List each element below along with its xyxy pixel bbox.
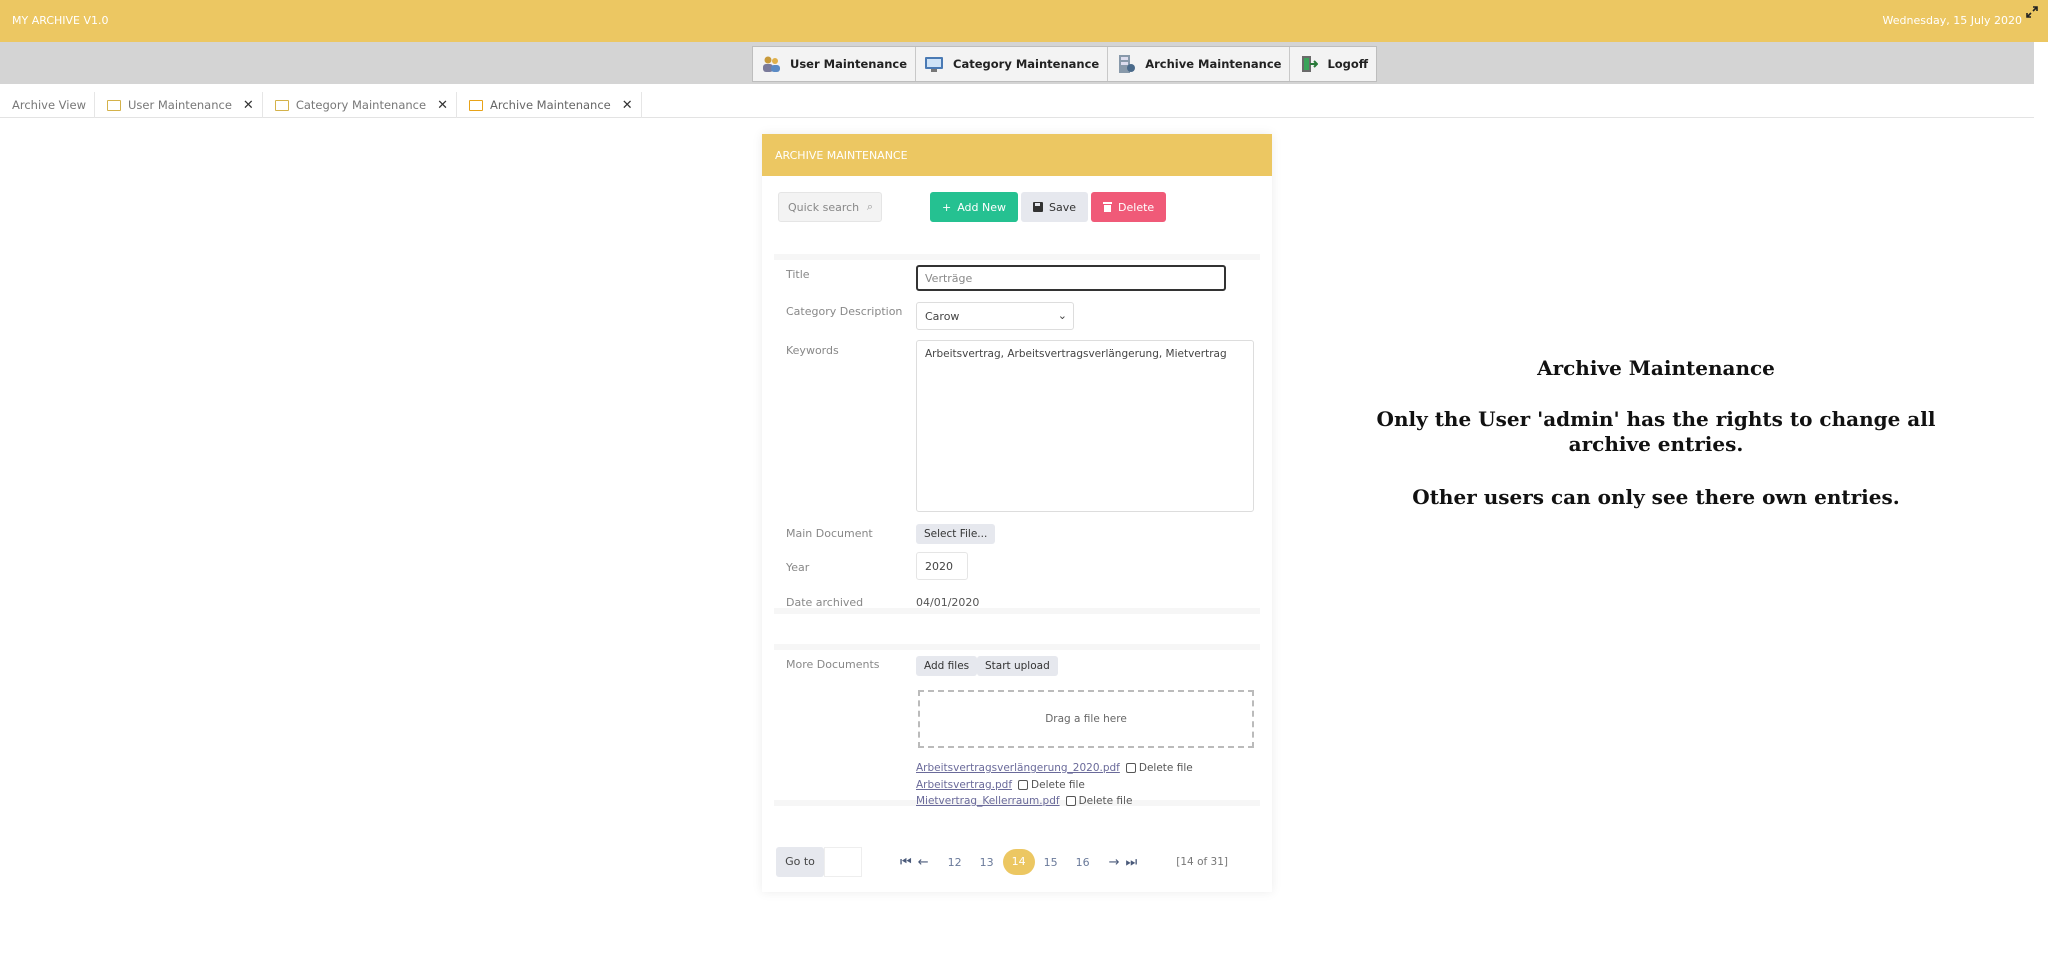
- delete-file-label: Delete file: [1031, 779, 1085, 791]
- next-page-icon[interactable]: →: [1109, 855, 1120, 870]
- delete-file-checkbox[interactable]: [1125, 763, 1136, 773]
- tab-bar: Archive View User Maintenance ✕ Category…: [0, 92, 2034, 118]
- info-line-users: Other users can only see there own entri…: [1412, 485, 1900, 509]
- main-menu: User Maintenance Category Maintenance Ar…: [752, 46, 1378, 82]
- scrollbar[interactable]: [2034, 84, 2048, 974]
- menu-archive-maintenance[interactable]: Archive Maintenance: [1108, 47, 1291, 81]
- file-link[interactable]: Arbeitsvertrag.pdf: [916, 779, 1012, 791]
- info-heading: Archive Maintenance: [1537, 356, 1775, 380]
- top-header-bar: MY ARCHIVE V1.0 Wednesday, 15 July 2020: [0, 0, 2048, 42]
- title-input[interactable]: Verträge: [916, 265, 1226, 291]
- file-link[interactable]: Mietvertrag_Kellerraum.pdf: [916, 795, 1060, 807]
- go-to-input[interactable]: [824, 847, 862, 877]
- tab-label: Archive Maintenance: [489, 98, 611, 112]
- more-documents-section: More Documents Add files Start upload Dr…: [774, 644, 1260, 807]
- pagination: Go to ⏮ ← 12 13 14 15 16 → ⏭ [14 of 31]: [776, 846, 1260, 878]
- file-row: Arbeitsvertrag.pdf Delete file: [916, 779, 1085, 791]
- file-link[interactable]: Arbeitsvertragsverlängerung_2020.pdf: [916, 762, 1120, 774]
- tab-archive-view[interactable]: Archive View: [0, 92, 95, 118]
- quick-search-input[interactable]: Quick search ⌕: [778, 192, 882, 222]
- folder-icon: [468, 99, 483, 111]
- folder-icon: [274, 99, 289, 111]
- users-icon: [763, 56, 780, 72]
- close-icon[interactable]: ✕: [437, 98, 448, 113]
- page-count: [14 of 31]: [1176, 856, 1228, 868]
- year-input[interactable]: 2020: [916, 552, 968, 580]
- current-page-number[interactable]: 14: [1002, 849, 1035, 875]
- tab-category-maintenance[interactable]: Category Maintenance ✕: [263, 92, 457, 118]
- date-archived-value: 04/01/2020: [916, 596, 980, 609]
- toolbar: Quick search ⌕ + Add New Save Delete: [778, 192, 1167, 222]
- save-button[interactable]: Save: [1021, 192, 1089, 222]
- save-label: Save: [1049, 200, 1077, 214]
- select-file-button[interactable]: Select File...: [916, 524, 996, 544]
- tab-label: Category Maintenance: [295, 98, 427, 112]
- menu-label: Logoff: [1327, 57, 1369, 71]
- logoff-icon: [1302, 56, 1319, 72]
- search-placeholder: Quick search: [788, 201, 860, 214]
- folder-icon: [106, 99, 121, 111]
- info-line-admin: Only the User 'admin' has the rights to …: [1376, 407, 1936, 456]
- title-label: Title: [786, 268, 810, 281]
- category-label: Category Description: [786, 305, 903, 318]
- delete-file-checkbox[interactable]: [1018, 780, 1029, 790]
- tab-label: Archive View: [12, 98, 86, 112]
- archive-icon: [1119, 55, 1136, 73]
- menu-label: User Maintenance: [790, 57, 908, 71]
- chevron-down-icon: ⌄: [1057, 309, 1067, 322]
- previous-page-icon[interactable]: ←: [918, 855, 929, 870]
- archive-maintenance-panel: ARCHIVE MAINTENANCE Quick search ⌕ + Add…: [762, 134, 1272, 892]
- current-date: Wednesday, 15 July 2020: [1882, 14, 2022, 27]
- close-icon[interactable]: ✕: [243, 98, 254, 113]
- trash-icon: [1103, 202, 1113, 212]
- category-value: Carow: [925, 310, 960, 323]
- add-new-button[interactable]: + Add New: [930, 192, 1019, 222]
- search-icon: ⌕: [866, 200, 873, 213]
- expand-icon[interactable]: [2026, 6, 2038, 18]
- start-upload-button[interactable]: Start upload: [977, 656, 1058, 676]
- delete-file-checkbox[interactable]: [1065, 796, 1076, 806]
- panel-title: ARCHIVE MAINTENANCE: [762, 134, 1272, 176]
- year-label: Year: [786, 561, 810, 574]
- go-to-button[interactable]: Go to: [776, 847, 824, 877]
- tab-archive-maintenance[interactable]: Archive Maintenance ✕: [457, 92, 642, 118]
- add-new-label: Add New: [957, 200, 1007, 214]
- file-row: Mietvertrag_Kellerraum.pdf Delete file: [916, 795, 1132, 807]
- info-text: Archive Maintenance Only the User 'admin…: [1360, 356, 1952, 538]
- delete-file-label: Delete file: [1138, 762, 1193, 774]
- menu-user-maintenance[interactable]: User Maintenance: [753, 47, 917, 81]
- floppy-icon: [1033, 202, 1044, 212]
- menu-label: Category Maintenance: [953, 57, 1100, 71]
- file-row: Arbeitsvertragsverlängerung_2020.pdf Del…: [916, 762, 1193, 774]
- more-documents-label: More Documents: [786, 658, 880, 671]
- page-number[interactable]: 12: [939, 856, 971, 869]
- keywords-textarea[interactable]: Arbeitsvertrag, Arbeitsvertragsverlänger…: [916, 340, 1254, 512]
- tab-label: User Maintenance: [127, 98, 232, 112]
- delete-file-label: Delete file: [1078, 795, 1133, 807]
- menu-label: Archive Maintenance: [1145, 57, 1282, 71]
- last-page-icon[interactable]: ⏭: [1126, 855, 1138, 870]
- menu-category-maintenance[interactable]: Category Maintenance: [916, 47, 1109, 81]
- app-title: MY ARCHIVE V1.0: [12, 14, 109, 27]
- delete-button[interactable]: Delete: [1091, 192, 1167, 222]
- page-number[interactable]: 15: [1035, 856, 1067, 869]
- page-number[interactable]: 13: [971, 856, 1003, 869]
- page-number[interactable]: 16: [1067, 856, 1099, 869]
- tab-user-maintenance[interactable]: User Maintenance ✕: [95, 92, 263, 118]
- menu-logoff[interactable]: Logoff: [1290, 47, 1376, 81]
- add-files-button[interactable]: Add files: [916, 656, 978, 676]
- category-select[interactable]: Carow ⌄: [916, 302, 1074, 330]
- keywords-label: Keywords: [786, 344, 839, 357]
- close-icon[interactable]: ✕: [622, 98, 633, 113]
- file-dropzone[interactable]: Drag a file here: [918, 690, 1254, 748]
- monitor-icon: [925, 57, 944, 72]
- archive-form: Title Verträge Category Description Caro…: [774, 254, 1260, 614]
- date-archived-label: Date archived: [786, 596, 864, 609]
- delete-label: Delete: [1118, 200, 1155, 214]
- first-page-icon[interactable]: ⏮: [900, 855, 912, 870]
- plus-icon: +: [942, 200, 952, 214]
- main-document-label: Main Document: [786, 527, 873, 540]
